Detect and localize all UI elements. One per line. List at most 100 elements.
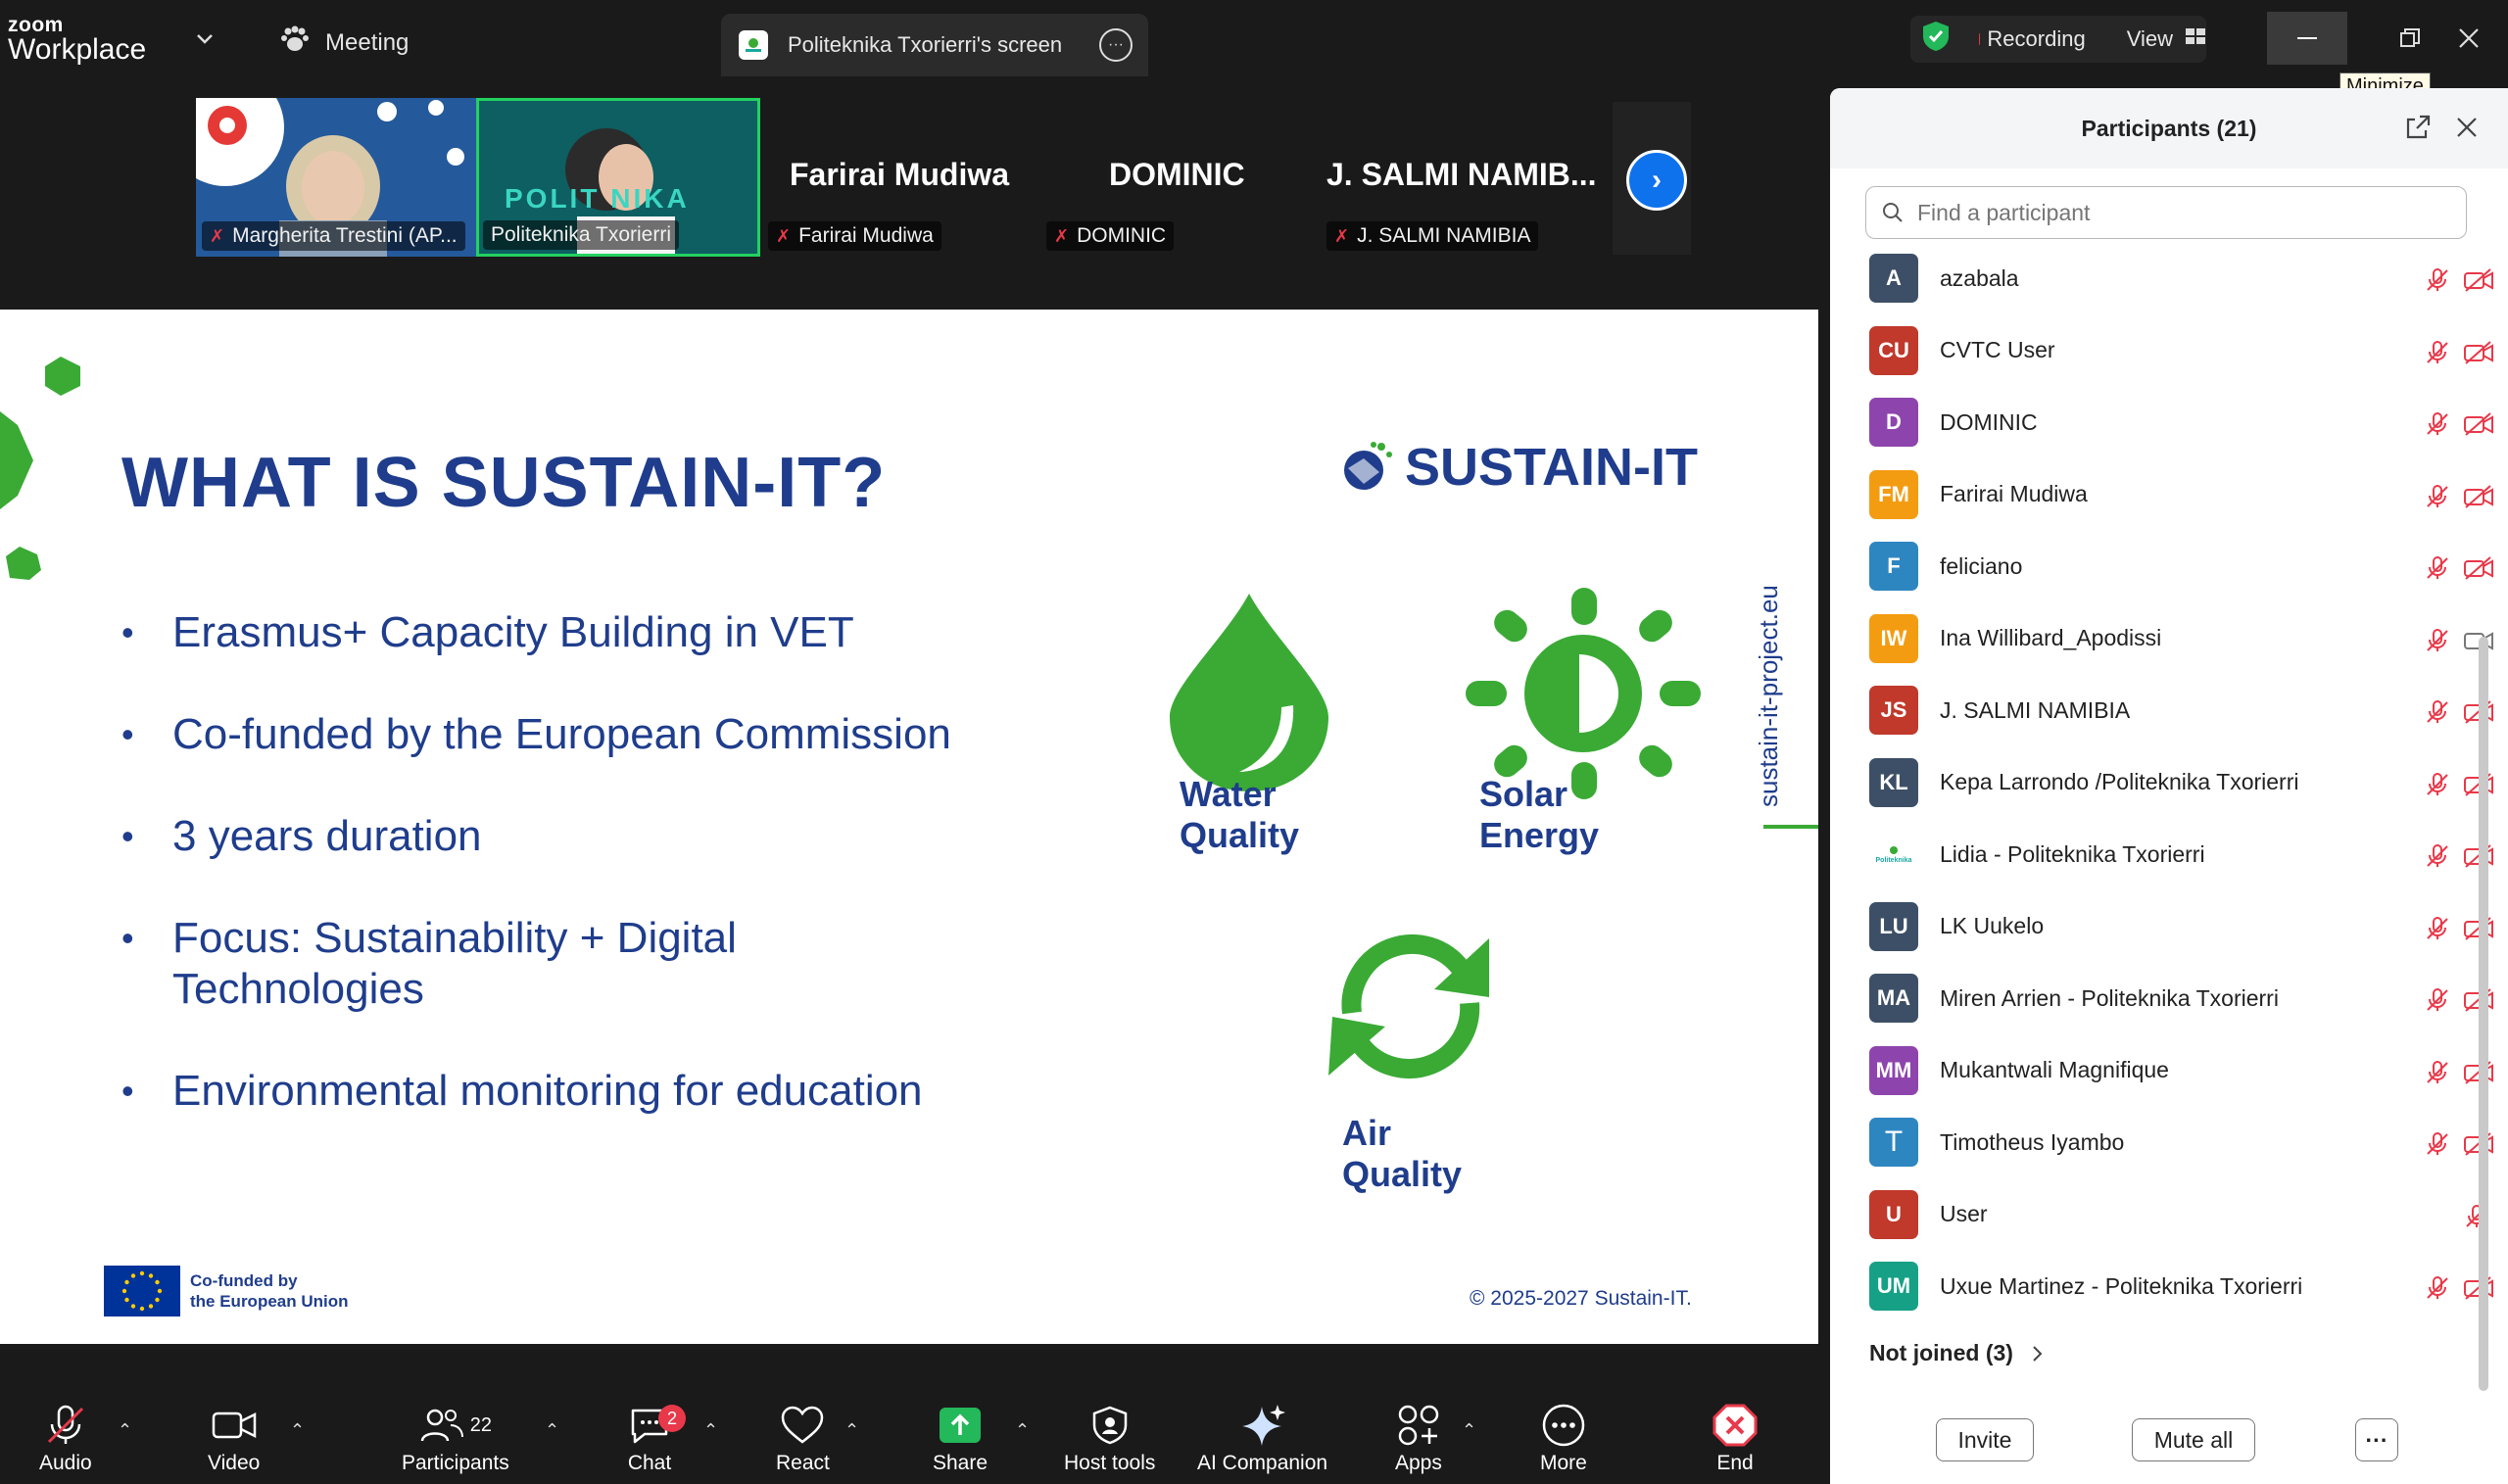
mute-all-button[interactable]: Mute all [2132,1418,2255,1461]
view-button[interactable]: View [2127,26,2206,52]
apps-options-caret[interactable]: ⌃ [1462,1420,1476,1441]
mic-muted-icon[interactable] [2424,915,2451,947]
mic-muted-icon[interactable] [2424,410,2451,443]
air-quality-label: Air Quality [1342,1113,1463,1194]
mic-muted-icon[interactable] [2424,554,2451,587]
screen-share-tab[interactable]: Politeknika Txorierri's screen ··· [721,14,1148,76]
chevron-down-icon[interactable] [194,25,216,56]
copyright-text: © 2025-2027 Sustain-IT. [1470,1287,1692,1310]
more-options-icon[interactable]: ··· [1099,28,1133,62]
bullet-item: Focus: Sustainability + Digital Technolo… [121,913,858,1015]
camera-off-icon[interactable] [2463,339,2494,371]
water-drop-icon [1170,594,1328,791]
participant-name: Mukantwali Magnifique [1940,1057,2169,1082]
video-tile-salmi[interactable]: J. SALMI NAMIB... ✗ J. SALMI NAMIBIA [1321,98,1615,257]
participant-row[interactable]: Politeknika Lidia - Politeknika Txorierri [1869,825,2493,884]
participant-row[interactable]: Aazabala [1869,249,2493,308]
search-input[interactable] [1915,198,2409,227]
participant-row[interactable]: CU CVTC User [1869,321,2493,380]
camera-off-icon[interactable] [2463,483,2494,515]
participant-name: User [1940,1201,1988,1226]
end-button[interactable]: End [1712,1403,1758,1475]
participant-row[interactable]: U User [1869,1185,2487,1244]
video-tile-dominic[interactable]: DOMINIC ✗ DOMINIC [1040,98,1315,257]
mic-muted-icon[interactable] [2424,1130,2451,1163]
participant-search[interactable] [1865,186,2467,239]
participant-row[interactable]: IW Ina Willibard_Apodissi [1869,609,2493,668]
mic-muted-icon [43,1403,88,1448]
sustain-it-logo-icon [1344,442,1392,490]
mic-muted-icon[interactable] [2424,1059,2451,1091]
participant-row[interactable]: D DOMINIC [1869,393,2493,452]
mic-muted-icon[interactable] [2424,483,2451,515]
recording-label[interactable]: Recording [1987,26,2085,52]
react-options-caret[interactable]: ⌃ [844,1420,859,1441]
mic-muted-icon[interactable] [2424,1274,2451,1307]
mic-muted-icon[interactable] [2424,986,2451,1019]
mic-muted-icon[interactable] [2424,698,2451,731]
participant-row[interactable]: LU LK Uukelo [1869,897,2493,956]
next-page-button[interactable]: › [1626,150,1687,211]
camera-off-icon[interactable] [2463,410,2494,443]
mic-muted-icon[interactable] [2424,842,2451,875]
panel-more-button[interactable]: ··· [2355,1418,2398,1461]
participant-row[interactable]: JS J. SALMI NAMIBIA [1869,681,2493,740]
participant-row[interactable]: KL Kepa Larrondo /Politeknika Txorierri [1869,753,2493,812]
close-window-button[interactable] [2430,12,2508,65]
close-icon [2459,28,2479,48]
bullet-item: Erasmus+ Capacity Building in VET [121,607,1113,658]
avatar: IW [1869,613,1918,663]
mic-muted-icon[interactable] [2424,771,2451,803]
camera-off-icon[interactable] [2463,554,2494,587]
video-tile-politeknika[interactable]: POLIT NIKA Politeknika Txorierri [476,98,760,257]
host-tools-button[interactable]: Host tools [1064,1403,1155,1475]
close-panel-icon[interactable] [2455,116,2479,144]
workplace-logo: Workplace [8,33,147,66]
participant-row[interactable]: FM Farirai Mudiwa [1869,465,2493,524]
meeting-tab[interactable]: Meeting [280,25,409,60]
mic-muted-icon[interactable] [2424,266,2451,299]
chat-options-caret[interactable]: ⌃ [703,1420,718,1441]
chevron-right-icon: › [1652,164,1662,196]
tile-name-label: ✗ J. SALMI NAMIBIA [1326,221,1539,251]
audio-options-caret[interactable]: ⌃ [118,1420,132,1441]
participant-row[interactable]: MM Mukantwali Magnifique [1869,1041,2493,1100]
mic-muted-icon: ✗ [776,225,792,246]
video-tile-farirai[interactable]: Farirai Mudiwa ✗ Farirai Mudiwa [762,98,1037,257]
heart-icon [780,1403,825,1448]
eu-text: Co-funded by the European Union [190,1271,349,1311]
encryption-shield-icon[interactable] [1920,20,1952,59]
more-button[interactable]: More [1540,1403,1587,1475]
bullet-item: 3 years duration [121,811,1113,862]
mic-muted-icon[interactable] [2424,627,2451,659]
participant-name: Uxue Martinez - Politeknika Txorierri [1940,1272,2303,1299]
video-button[interactable]: Video [208,1403,260,1475]
share-options-caret[interactable]: ⌃ [1015,1420,1030,1441]
avatar: FM [1869,469,1918,519]
participant-row[interactable]: UM Uxue Martinez - Politeknika Txorierri [1869,1257,2493,1316]
invite-button[interactable]: Invite [1936,1418,2034,1461]
mic-muted-icon[interactable] [2424,339,2451,371]
camera-off-icon[interactable] [2463,266,2494,299]
apps-button[interactable]: Apps [1395,1403,1442,1475]
video-options-caret[interactable]: ⌃ [290,1420,305,1441]
share-button[interactable]: Share [933,1403,988,1475]
video-tile-margherita[interactable]: ✗ Margherita Trestini (AP... [196,98,476,257]
avatar: U [1869,1189,1918,1239]
slide-title: WHAT IS SUSTAIN-IT? [121,444,887,522]
participant-row[interactable]: Ffeliciano [1869,537,2493,596]
hexagon-decor [0,357,80,580]
avatar: F [1869,542,1918,591]
panel-scrollbar[interactable] [2479,637,2488,1391]
participants-options-caret[interactable]: ⌃ [545,1420,559,1441]
react-button[interactable]: React [776,1403,830,1475]
participant-row[interactable]: MA Miren Arrien - Politeknika Txorierri [1869,969,2493,1028]
ai-companion-button[interactable]: AI Companion [1197,1403,1327,1475]
audio-button[interactable]: Audio [39,1403,92,1475]
participants-button[interactable]: 22 Participants [402,1403,509,1475]
pop-out-icon[interactable] [2404,114,2432,146]
minimize-button[interactable] [2267,12,2347,65]
view-label: View [2126,26,2173,51]
participant-row[interactable]: T Timotheus Iyambo [1869,1113,2493,1172]
not-joined-section[interactable]: Not joined (3) [1869,1340,2045,1366]
